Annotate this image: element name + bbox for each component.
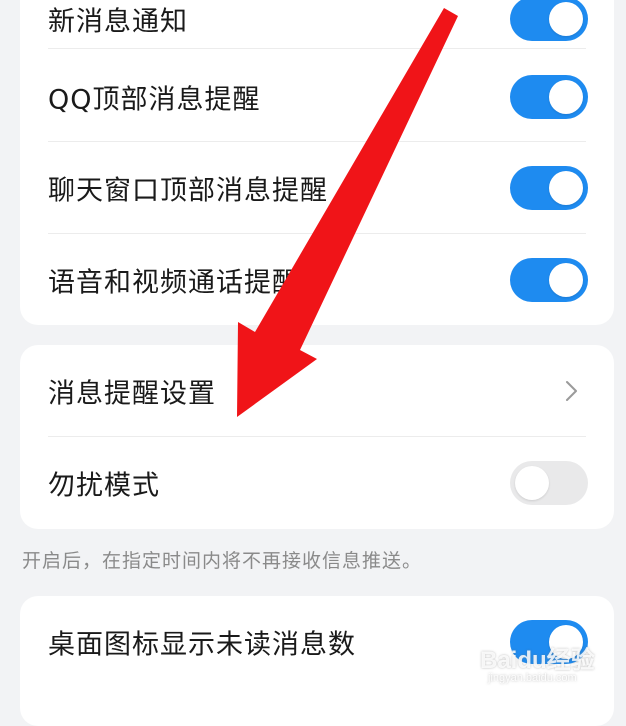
- notification-settings-card: 新消息通知 QQ顶部消息提醒 聊天窗口顶部消息提醒 语音和视频通话提醒: [20, 0, 614, 325]
- do-not-disturb-toggle[interactable]: [510, 461, 588, 505]
- qq-top-message-alert-toggle[interactable]: [510, 75, 588, 119]
- qq-top-message-alert-label: QQ顶部消息提醒: [48, 84, 261, 116]
- toggle-knob: [515, 466, 549, 500]
- badge-settings-card: 桌面图标显示未读消息数: [20, 596, 614, 726]
- message-reminder-settings-label: 消息提醒设置: [48, 378, 216, 410]
- voice-video-call-alert-row[interactable]: 语音和视频通话提醒: [20, 234, 614, 326]
- do-not-disturb-row[interactable]: 勿扰模式: [20, 437, 614, 529]
- do-not-disturb-label: 勿扰模式: [48, 470, 160, 502]
- chevron-right-icon: [566, 381, 577, 401]
- desktop-icon-unread-count-toggle[interactable]: [510, 620, 588, 664]
- voice-video-call-alert-label: 语音和视频通话提醒: [48, 267, 300, 299]
- new-message-notification-toggle[interactable]: [510, 0, 588, 41]
- divider: [48, 48, 586, 49]
- reminder-settings-card: 消息提醒设置 勿扰模式: [20, 345, 614, 529]
- voice-video-call-alert-toggle[interactable]: [510, 258, 588, 302]
- desktop-icon-unread-count-label: 桌面图标显示未读消息数: [48, 629, 356, 661]
- toggle-knob: [549, 2, 583, 36]
- desktop-icon-unread-count-row[interactable]: 桌面图标显示未读消息数: [20, 596, 614, 688]
- chat-window-top-alert-row[interactable]: 聊天窗口顶部消息提醒: [20, 142, 614, 234]
- toggle-knob: [549, 171, 583, 205]
- toggle-knob: [549, 80, 583, 114]
- message-reminder-settings-row[interactable]: 消息提醒设置: [20, 345, 614, 437]
- toggle-knob: [549, 625, 583, 659]
- qq-top-message-alert-row[interactable]: QQ顶部消息提醒: [20, 51, 614, 143]
- do-not-disturb-caption: 开启后，在指定时间内将不再接收信息推送。: [22, 550, 423, 572]
- new-message-notification-label: 新消息通知: [48, 6, 188, 38]
- toggle-knob: [549, 263, 583, 297]
- chat-window-top-alert-toggle[interactable]: [510, 166, 588, 210]
- chat-window-top-alert-label: 聊天窗口顶部消息提醒: [48, 175, 328, 207]
